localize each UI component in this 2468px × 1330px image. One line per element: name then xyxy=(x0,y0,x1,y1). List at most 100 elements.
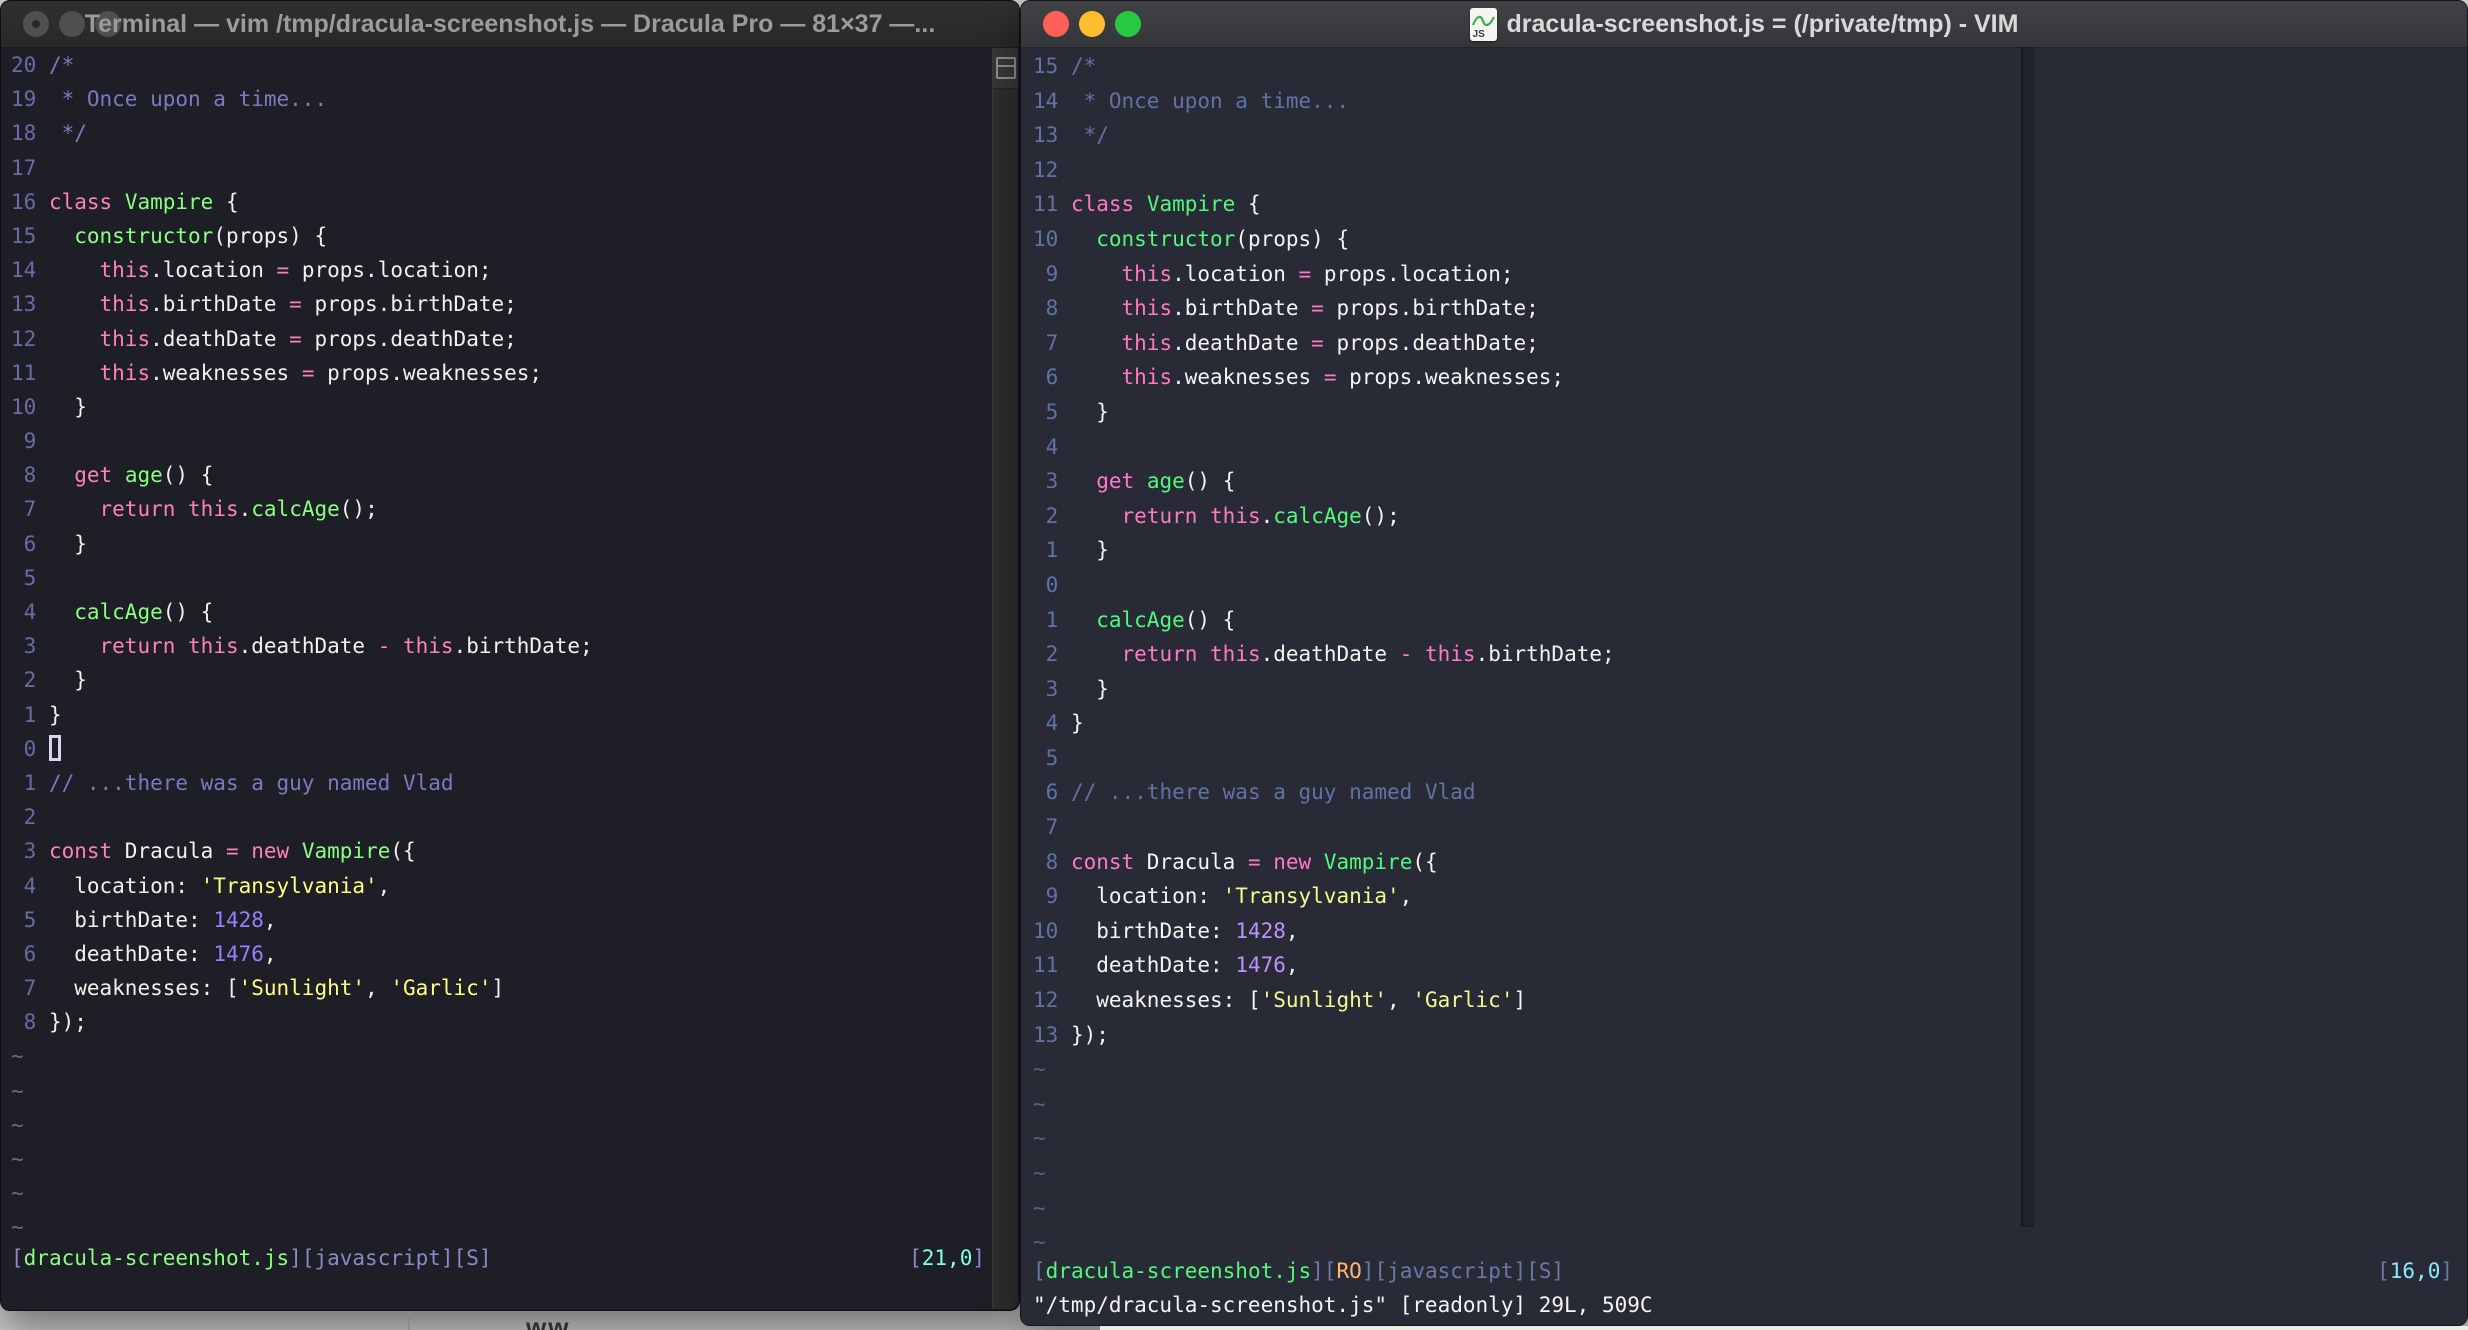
macvim-buffer[interactable]: 15 /* 14 * Once upon a time... 13 */12 11 … xyxy=(1033,49,1615,1260)
line-number: 10 xyxy=(1033,226,1071,251)
code-line: 2 } xyxy=(11,663,993,697)
text-segment xyxy=(1071,296,1122,320)
terminal-titlebar[interactable]: Terminal — vim /tmp/dracula-screenshot.j… xyxy=(1,1,1019,48)
text-segment xyxy=(1134,469,1147,493)
code-line: 10 } xyxy=(11,390,993,424)
text-segment: 16,0 xyxy=(2389,1259,2441,1283)
code-line: 13 this.birthDate = props.birthDate; xyxy=(11,287,993,321)
text-segment: return xyxy=(99,634,176,659)
text-segment: }); xyxy=(48,1010,87,1035)
background-strip xyxy=(1100,1326,2468,1330)
text-segment: , xyxy=(365,976,391,1001)
code-line: 0 xyxy=(11,732,993,766)
text-segment xyxy=(1071,331,1122,355)
code-line: 8 this.birthDate = props.birthDate; xyxy=(1033,291,1615,326)
macvim-titlebar[interactable]: JS dracula-screenshot.js = (/private/tmp… xyxy=(1021,1,2467,48)
macvim-window-title: JS dracula-screenshot.js = (/private/tmp… xyxy=(1021,1,2467,47)
line-number: 2 xyxy=(11,805,49,830)
statusline-file-info: [dracula-screenshot.js][RO][javascript][… xyxy=(1033,1259,1564,1283)
tilde-marker: ~ xyxy=(1033,1091,1046,1116)
text-segment xyxy=(1071,504,1122,528)
text-segment xyxy=(49,600,74,624)
text-segment: props.weaknesses; xyxy=(1336,365,1565,390)
tilde-line: ~ xyxy=(11,1108,993,1142)
text-segment: ] xyxy=(1311,1259,1324,1283)
code-line: 3 const Dracula = new Vampire({ xyxy=(11,834,993,868)
text-segment: ] xyxy=(478,1246,492,1270)
text-segment: , xyxy=(377,873,391,898)
text-segment: Vampire xyxy=(301,839,391,864)
text-segment: (); xyxy=(339,497,378,522)
text-segment: .deathDate xyxy=(238,634,378,659)
code-line: 4 xyxy=(1033,430,1615,465)
text-segment xyxy=(1197,504,1210,528)
text-segment: props.deathDate; xyxy=(1323,330,1539,355)
terminal-vim-buffer[interactable]: 20 /* 19 * Once upon a time... 18 */17 16 … xyxy=(1,48,993,1310)
line-number: 9 xyxy=(1033,261,1071,286)
text-segment: this xyxy=(188,497,239,522)
text-segment xyxy=(239,839,252,863)
statusline-file-info: [dracula-screenshot.js][javascript][S] xyxy=(11,1246,492,1270)
text-segment: .birthDate xyxy=(1172,296,1312,321)
text-segment: props.location; xyxy=(289,258,492,283)
text-segment: ] xyxy=(1361,1259,1375,1283)
statusline-cursor-pos: [21,0] xyxy=(909,1246,985,1270)
vim-cursor xyxy=(48,734,61,761)
text-segment: ] xyxy=(289,1246,302,1270)
line-number: 2 xyxy=(1033,642,1071,667)
code-line: 10 birthDate: 1428, xyxy=(1033,914,1615,949)
text-segment: .location xyxy=(1172,261,1299,286)
text-segment: } xyxy=(48,531,87,556)
text-segment: , xyxy=(1399,884,1413,909)
text-segment: Vampire xyxy=(1146,192,1236,217)
line-number: 14 xyxy=(1033,88,1071,113)
text-segment xyxy=(1071,365,1122,389)
line-number: 12 xyxy=(1033,988,1071,1013)
text-segment: * Once upon a time... xyxy=(1070,88,1350,113)
code-line: 1 calcAge() { xyxy=(1033,603,1615,638)
text-segment: return xyxy=(1121,503,1198,528)
line-number: 3 xyxy=(1033,469,1071,494)
text-segment: /* xyxy=(48,53,75,77)
text-segment: calcAge xyxy=(1096,607,1185,632)
code-line: 7 return this.calcAge(); xyxy=(11,492,993,526)
line-number: 20 xyxy=(11,53,49,77)
text-segment: weaknesses: [ xyxy=(1070,988,1261,1013)
code-line: 15 /* xyxy=(1033,49,1615,84)
text-segment: this xyxy=(1121,365,1173,390)
code-line: 8 const Dracula = new Vampire({ xyxy=(1033,845,1615,880)
text-segment: Dracula xyxy=(1134,849,1248,874)
text-segment xyxy=(112,190,125,214)
text-segment: , xyxy=(1285,918,1299,943)
code-line: 7 xyxy=(1033,810,1615,845)
text-segment: } xyxy=(48,668,87,693)
text-segment xyxy=(1134,192,1147,216)
line-number: 5 xyxy=(11,907,49,932)
text-segment: .weaknesses xyxy=(1172,365,1324,390)
line-number: 1 xyxy=(11,770,49,795)
text-segment: this xyxy=(99,258,151,283)
tilde-marker: ~ xyxy=(11,1112,24,1137)
document-proxy-icon[interactable]: JS xyxy=(1469,7,1497,41)
split-pane-button[interactable] xyxy=(993,48,1018,89)
text-segment xyxy=(289,839,302,863)
text-segment: this xyxy=(1121,261,1173,286)
text-segment: .weaknesses xyxy=(150,360,302,385)
text-segment: age xyxy=(124,463,163,488)
code-line: 11 this.weaknesses = props.weaknesses; xyxy=(11,356,993,390)
text-segment: () { xyxy=(162,463,214,488)
terminal-scrollbar[interactable] xyxy=(992,48,1018,1309)
text-segment: ({ xyxy=(390,839,416,864)
code-line: 1 // ...there was a guy named Vlad xyxy=(11,766,993,800)
text-segment: - xyxy=(1399,642,1413,667)
tilde-line: ~ xyxy=(1033,1121,1615,1156)
line-number: 4 xyxy=(1033,434,1071,459)
line-number: 12 xyxy=(11,326,49,351)
line-number: 0 xyxy=(1033,572,1071,597)
line-number: 16 xyxy=(11,189,49,214)
background-window-edge xyxy=(408,1311,410,1330)
text-segment xyxy=(390,634,403,658)
code-line: 11 deathDate: 1476, xyxy=(1033,948,1615,983)
text-segment: } xyxy=(1070,711,1084,736)
macvim-scrollbar[interactable] xyxy=(2021,47,2034,1227)
